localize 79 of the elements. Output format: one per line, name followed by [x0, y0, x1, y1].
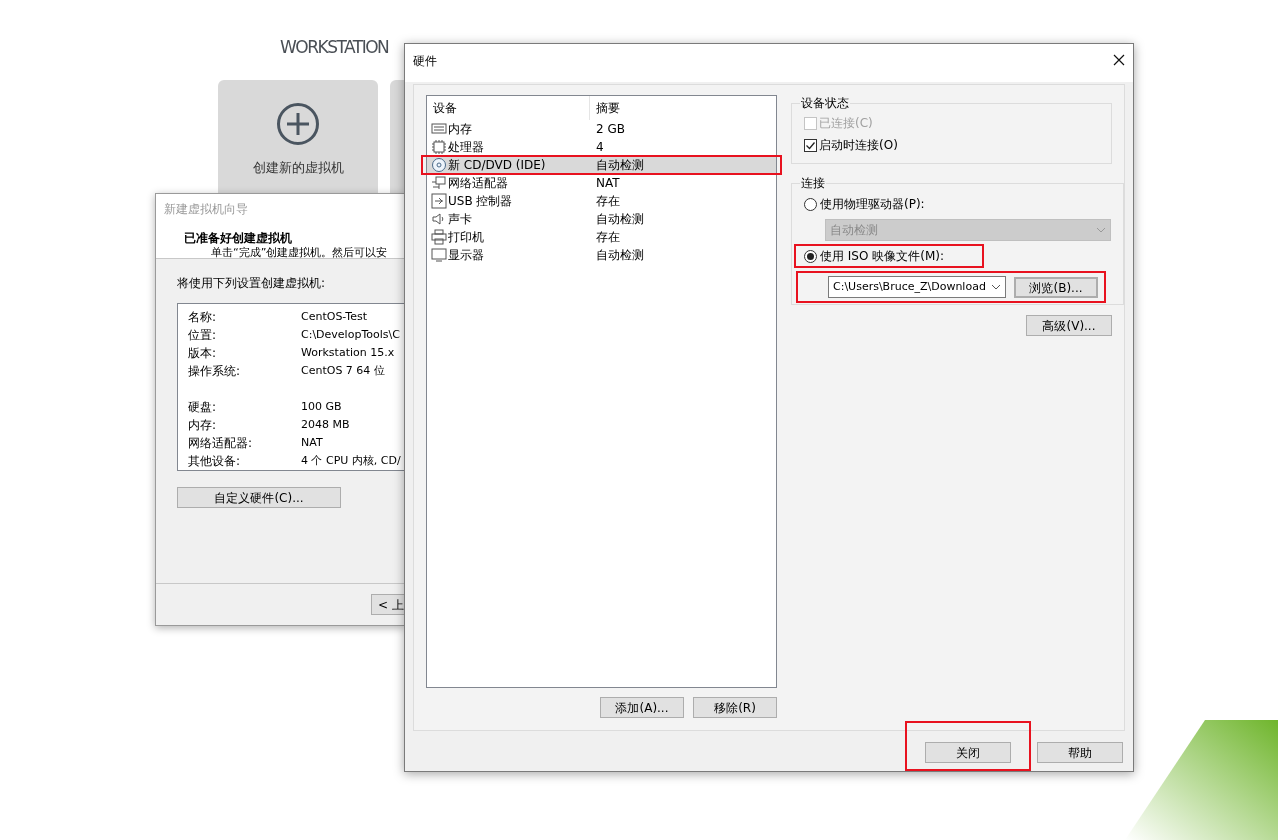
device-name: 内存 — [448, 121, 472, 138]
window-title: 新建虚拟机向导 — [163, 201, 249, 217]
setting-label: 版本: — [187, 345, 218, 362]
device-name: 声卡 — [448, 211, 472, 228]
setting-label: 内存: — [187, 417, 218, 434]
close-icon[interactable] — [1113, 54, 1125, 66]
help-button[interactable]: 帮助 — [1037, 742, 1123, 763]
column-header[interactable]: 设备 — [427, 96, 590, 120]
monitor-icon — [431, 247, 447, 263]
setting-value: CentOS-Test — [301, 309, 367, 325]
setting-value: 100 GB — [301, 399, 342, 415]
setting-value: NAT — [301, 435, 323, 451]
setting-label: 其他设备: — [187, 453, 242, 470]
disc-icon — [431, 157, 447, 173]
wizard-subheading: 单击“完成”创建虚拟机。然后可以安 — [210, 246, 389, 260]
chevron-down-icon — [991, 284, 1001, 290]
checkbox[interactable] — [804, 138, 817, 152]
tile-label: 创建新的虚拟机 — [252, 159, 344, 177]
device-summary: 自动检测 — [595, 211, 644, 228]
device-summary: 自动检测 — [595, 157, 644, 174]
device-name: 处理器 — [448, 139, 484, 156]
remove-button[interactable]: 移除(R) — [693, 697, 777, 718]
radio-button[interactable] — [804, 197, 817, 211]
device-name: USB 控制器 — [448, 193, 513, 210]
device-summary: 4 — [595, 139, 604, 156]
setting-label: 操作系统: — [187, 363, 242, 380]
device-summary: NAT — [595, 175, 620, 192]
setting-value: C:\DevelopTools\C — [301, 327, 400, 343]
radio-button[interactable] — [804, 249, 817, 263]
device-summary: 存在 — [595, 229, 620, 246]
setting-value: 2048 MB — [301, 417, 350, 433]
radio-label: 使用物理驱动器(P): — [820, 196, 925, 213]
device-row[interactable]: 内存 2 GB — [427, 121, 776, 137]
device-name: 网络适配器 — [448, 175, 508, 192]
plus-icon — [276, 102, 320, 146]
column-header[interactable]: 摘要 — [590, 96, 776, 120]
device-summary: 2 GB — [595, 121, 625, 138]
intro-text: 将使用下列设置创建虚拟机: — [176, 275, 327, 291]
window-title: 硬件 — [413, 53, 437, 70]
usb-icon — [431, 193, 447, 209]
device-name: 新 CD/DVD (IDE) — [448, 157, 546, 174]
printer-icon — [431, 229, 447, 245]
device-name: 打印机 — [448, 229, 484, 246]
device-row[interactable]: 显示器 自动检测 — [427, 247, 776, 263]
setting-value: CentOS 7 64 位 — [301, 363, 385, 379]
device-row[interactable]: 声卡 自动检测 — [427, 211, 776, 227]
group-title: 连接 — [800, 175, 826, 192]
brand-logo: WORKSTATION — [280, 36, 389, 58]
setting-label: 网络适配器: — [187, 435, 254, 452]
iso-path-dropdown[interactable]: C:\Users\Bruce_Z\Download — [828, 276, 1006, 298]
device-summary: 存在 — [595, 193, 620, 210]
advanced-button[interactable]: 高级(V)... — [1026, 315, 1112, 336]
device-row[interactable]: 打印机 存在 — [427, 229, 776, 245]
device-row[interactable]: USB 控制器 存在 — [427, 193, 776, 209]
create-vm-tile[interactable]: 创建新的虚拟机 — [218, 80, 378, 193]
device-row[interactable]: 网络适配器 NAT — [427, 175, 776, 191]
memory-icon — [431, 121, 447, 137]
network-icon — [431, 175, 447, 191]
browse-button[interactable]: 浏览(B)... — [1014, 276, 1098, 298]
chip-icon — [431, 139, 447, 155]
device-row[interactable]: 处理器 4 — [427, 139, 776, 155]
setting-value: 4 个 CPU 内核, CD/ — [301, 453, 401, 469]
chevron-down-icon — [1096, 227, 1106, 233]
radio-label: 使用 ISO 映像文件(M): — [820, 248, 944, 265]
close-button[interactable]: 关闭 — [925, 742, 1011, 763]
setting-label: 硬盘: — [187, 399, 218, 416]
wizard-heading: 已准备好创建虚拟机 — [183, 230, 293, 246]
setting-label: 位置: — [187, 327, 218, 344]
device-name: 显示器 — [448, 247, 484, 264]
checkbox-label: 已连接(C) — [819, 115, 873, 132]
setting-value: Workstation 15.x — [301, 345, 395, 361]
device-summary: 自动检测 — [595, 247, 644, 264]
device-row[interactable]: 新 CD/DVD (IDE) 自动检测 — [427, 157, 776, 173]
setting-label: 名称: — [187, 309, 218, 326]
checkbox-label: 启动时连接(O) — [819, 137, 898, 154]
customize-hardware-button[interactable]: 自定义硬件(C)... — [177, 487, 341, 508]
add-button[interactable]: 添加(A)... — [600, 697, 684, 718]
group-title: 设备状态 — [800, 95, 850, 112]
back-button[interactable]: < 上 — [371, 594, 405, 615]
